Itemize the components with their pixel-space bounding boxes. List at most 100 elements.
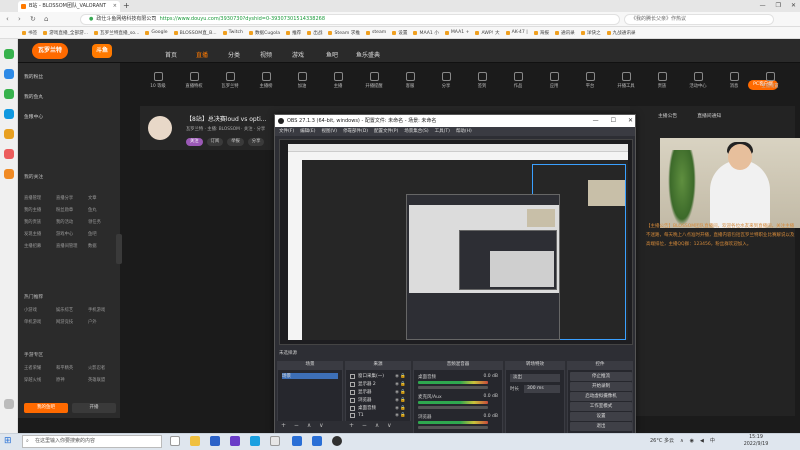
close-tab-icon[interactable]: × <box>113 1 117 12</box>
wechat-icon[interactable] <box>4 49 14 59</box>
sidebar-grid-item[interactable]: 网游竞技 <box>56 319 88 325</box>
follow-button[interactable]: 关注 <box>186 138 203 146</box>
weather-label[interactable]: 26°C 多云 <box>650 436 674 447</box>
sidebar-grid-item[interactable]: 粉丝勋章 <box>56 207 88 213</box>
control-button[interactable]: 开始录制 <box>570 382 632 391</box>
top-icon-item[interactable]: 主播 <box>320 72 356 89</box>
sidebar-grid-item[interactable]: 原神 <box>56 377 88 383</box>
app-icon[interactable] <box>210 436 220 446</box>
top-icon-item[interactable]: 主播榜 <box>248 72 284 89</box>
nav-live[interactable]: 直播 <box>196 50 208 59</box>
obs-menu-item[interactable]: 编辑(E) <box>300 127 315 136</box>
bookmark-item[interactable]: MAA1 小 <box>413 30 439 36</box>
sidebar-grid-item[interactable]: 我的活动 <box>56 219 88 225</box>
obs-menu-item[interactable]: 停靠部件(D) <box>343 127 368 136</box>
sidebar-grid-item[interactable]: 英雄联盟 <box>88 377 120 383</box>
top-icon-item[interactable]: 平台 <box>572 72 608 89</box>
top-icon-item[interactable]: 加油 <box>284 72 320 89</box>
app-icon[interactable] <box>270 436 280 446</box>
duration-input[interactable]: 300 ms <box>524 385 560 393</box>
top-icon-item[interactable]: 消息 <box>716 72 752 89</box>
edge-icon[interactable] <box>250 436 260 446</box>
top-icon-item[interactable]: 应用 <box>536 72 572 89</box>
top-icon-item[interactable]: 贵族 <box>644 72 680 89</box>
bookmark-item[interactable]: 推荐 <box>286 30 301 36</box>
top-icon-item[interactable]: 主播设置 <box>752 72 788 89</box>
sidebar-app-icon[interactable] <box>4 69 14 79</box>
sidebar-grid-item[interactable]: 直播间管理 <box>56 243 88 249</box>
visibility-lock-icons[interactable]: ◉ 🔒 <box>395 413 406 418</box>
browser-taskbar-icon[interactable] <box>312 436 322 446</box>
bookmark-item[interactable]: AWP! 大 <box>475 30 500 36</box>
top-icon-item[interactable]: 开播提醒 <box>356 72 392 89</box>
subscribe-button[interactable]: 订阅 <box>206 138 224 146</box>
visibility-lock-icons[interactable]: ◉ 🔒 <box>395 382 406 387</box>
minimize-icon[interactable]: — <box>593 115 599 127</box>
control-button[interactable]: 工作室模式 <box>570 402 632 411</box>
sidebar-grid-item[interactable]: 和平精英 <box>56 365 88 371</box>
bookmark-item[interactable]: Google <box>145 30 168 35</box>
sidebar-app-icon[interactable] <box>4 169 14 179</box>
dock-scenes-footer[interactable]: + − ∧ ∨ <box>277 421 343 431</box>
back-icon[interactable]: ‹ <box>6 14 9 25</box>
windows-start-icon[interactable]: ⊞ <box>4 436 12 447</box>
share-button[interactable]: 分享 <box>247 138 265 146</box>
bookmark-item[interactable]: 出战 <box>307 30 322 36</box>
obs-menu-item[interactable]: 工具(T) <box>435 127 450 136</box>
nav-video[interactable]: 视频 <box>260 50 272 59</box>
tab-notice[interactable]: 直播间通知 <box>697 112 721 119</box>
maximize-icon[interactable]: ☐ <box>611 115 616 127</box>
sidebar-section-mobile[interactable]: 手游专区 <box>24 351 43 358</box>
top-icon-item[interactable]: 分享 <box>428 72 464 89</box>
obs-menu-item[interactable]: 文件(F) <box>279 127 294 136</box>
nav-yuba[interactable]: 鱼吧 <box>326 50 338 59</box>
obs-taskbar-icon[interactable] <box>332 436 342 446</box>
sidebar-grid-item[interactable]: 娱乐综艺 <box>56 307 88 313</box>
new-tab-button[interactable]: + <box>123 1 130 11</box>
scene-item[interactable]: 场景 <box>282 373 338 379</box>
taskbar-search-input[interactable]: ⌕ 在这里输入你要搜索的内容 <box>22 435 162 448</box>
ime-label[interactable]: 中 <box>710 436 715 447</box>
obs-menu-item[interactable]: 帮助(H) <box>456 127 472 136</box>
site-logo[interactable]: 瓦罗兰特 <box>32 43 68 59</box>
source-item[interactable]: 窗口采集(一) ◉ 🔒 <box>350 373 406 379</box>
bookmark-item[interactable]: Twitch <box>222 30 243 35</box>
volume-icon[interactable]: ◀ <box>700 436 704 447</box>
sidebar-item-center[interactable]: 鱼粮中心 <box>24 113 43 120</box>
douyu-logo[interactable]: 斗鱼 <box>92 44 112 58</box>
sidebar-item-fishballs[interactable]: 我的鱼丸 <box>24 93 43 100</box>
forward-icon[interactable]: › <box>18 14 21 25</box>
bookmark-item[interactable]: BLOSSOM直_B... <box>173 30 217 36</box>
close-window-icon[interactable]: ✕ <box>791 0 796 12</box>
control-button[interactable]: 退出 <box>570 422 632 431</box>
bookmark-item[interactable]: 书签 <box>22 30 37 36</box>
transition-select[interactable]: 淡出 <box>510 374 560 382</box>
sidebar-grid-item[interactable]: 我的贵族 <box>24 219 56 225</box>
file-explorer-icon[interactable] <box>190 436 200 446</box>
sidebar-grid-item[interactable]: 鱼丸 <box>88 207 120 213</box>
top-icon-item[interactable]: 开播工具 <box>608 72 644 89</box>
sidebar-grid-item[interactable]: 游戏中心 <box>56 231 88 237</box>
source-item[interactable]: 浏览器 ◉ 🔒 <box>350 397 406 403</box>
source-item[interactable]: 显示器 2 ◉ 🔒 <box>350 381 406 387</box>
bookmark-item[interactable]: MAA1 + <box>444 30 469 35</box>
mixer-fader[interactable] <box>418 426 488 429</box>
control-button[interactable]: 启动虚拟摄像机 <box>570 392 632 401</box>
source-item[interactable]: 桌面音频 ◉ 🔒 <box>350 405 406 411</box>
sidebar-grid-item[interactable]: 我的主播 <box>24 207 56 213</box>
top-icon-item[interactable]: 作品 <box>500 72 536 89</box>
sidebar-grid-item[interactable]: 王者荣耀 <box>24 365 56 371</box>
sidebar-section-follow[interactable]: 我的关注 <box>24 173 43 180</box>
sidebar-app-icon[interactable] <box>4 109 14 119</box>
sidebar-app-icon[interactable] <box>4 129 14 139</box>
app-icon[interactable] <box>230 436 240 446</box>
nav-home[interactable]: 首页 <box>165 50 177 59</box>
source-item[interactable]: T1 ◉ 🔒 <box>350 413 406 418</box>
bookmark-item[interactable]: 九战通讯录 <box>606 30 636 36</box>
sidebar-grid-item[interactable]: 单机游戏 <box>24 319 56 325</box>
browser-tab-active[interactable]: B站 - BLOSSOM团队_VALORANT × <box>18 1 120 12</box>
mixer-fader[interactable] <box>418 386 488 389</box>
sidebar-section-hot[interactable]: 热门推荐 <box>24 293 43 300</box>
sidebar-grid-item[interactable]: 穿越火线 <box>24 377 56 383</box>
close-window-icon[interactable]: ✕ <box>628 115 633 127</box>
